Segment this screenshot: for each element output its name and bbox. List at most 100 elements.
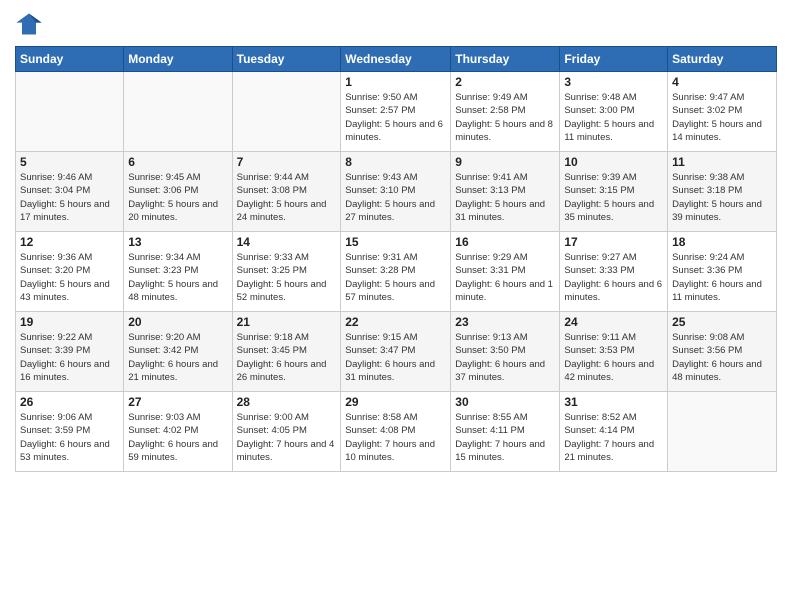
calendar-day: 29 Sunrise: 8:58 AM Sunset: 4:08 PM Dayli… — [341, 392, 451, 472]
day-info: Sunrise: 9:11 AM Sunset: 3:53 PM Dayligh… — [564, 331, 663, 384]
calendar-day: 11Sunrise: 9:38 AM Sunset: 3:18 PM Dayli… — [668, 152, 777, 232]
calendar-week-3: 12 Sunrise: 9:36 AM Sunset: 3:20 PM Dayli… — [16, 232, 777, 312]
day-info: Sunrise: 9:33 AM Sunset: 3:25 PM Dayligh… — [237, 251, 337, 304]
calendar-day: 10 Sunrise: 9:39 AM Sunset: 3:15 PM Dayli… — [560, 152, 668, 232]
calendar-day: 28Sunrise: 9:00 AM Sunset: 4:05 PM Dayli… — [232, 392, 341, 472]
day-info: Sunrise: 8:58 AM Sunset: 4:08 PM Dayligh… — [345, 411, 446, 464]
day-info: Sunrise: 9:36 AM Sunset: 3:20 PM Dayligh… — [20, 251, 119, 304]
day-info: Sunrise: 9:27 AM Sunset: 3:33 PM Dayligh… — [564, 251, 663, 304]
day-header-sunday: Sunday — [16, 47, 124, 72]
logo — [15, 10, 47, 38]
day-info: Sunrise: 9:50 AM Sunset: 2:57 PM Dayligh… — [345, 91, 446, 144]
day-info: Sunrise: 9:20 AM Sunset: 3:42 PM Dayligh… — [128, 331, 227, 384]
day-number: 6 — [128, 155, 227, 169]
day-number: 30 — [455, 395, 555, 409]
day-info: Sunrise: 9:38 AM Sunset: 3:18 PM Dayligh… — [672, 171, 772, 224]
calendar-day: 22 Sunrise: 9:15 AM Sunset: 3:47 PM Dayli… — [341, 312, 451, 392]
day-info: Sunrise: 9:24 AM Sunset: 3:36 PM Dayligh… — [672, 251, 772, 304]
day-info: Sunrise: 9:39 AM Sunset: 3:15 PM Dayligh… — [564, 171, 663, 224]
day-number: 4 — [672, 75, 772, 89]
calendar-day: 31Sunrise: 8:52 AM Sunset: 4:14 PM Dayli… — [560, 392, 668, 472]
day-info: Sunrise: 8:55 AM Sunset: 4:11 PM Dayligh… — [455, 411, 555, 464]
calendar-day: 2 Sunrise: 9:49 AM Sunset: 2:58 PM Daylig… — [451, 72, 560, 152]
calendar-day: 1 Sunrise: 9:50 AM Sunset: 2:57 PM Daylig… — [341, 72, 451, 152]
day-info: Sunrise: 9:43 AM Sunset: 3:10 PM Dayligh… — [345, 171, 446, 224]
main-container: SundayMondayTuesdayWednesdayThursdayFrid… — [0, 0, 792, 612]
day-info: Sunrise: 9:45 AM Sunset: 3:06 PM Dayligh… — [128, 171, 227, 224]
calendar-table: SundayMondayTuesdayWednesdayThursdayFrid… — [15, 46, 777, 472]
calendar-day — [668, 392, 777, 472]
calendar-day — [232, 72, 341, 152]
day-number: 1 — [345, 75, 446, 89]
day-number: 31 — [564, 395, 663, 409]
calendar-day: 26 Sunrise: 9:06 AM Sunset: 3:59 PM Dayli… — [16, 392, 124, 472]
calendar-day: 3 Sunrise: 9:48 AM Sunset: 3:00 PM Daylig… — [560, 72, 668, 152]
calendar-day: 12 Sunrise: 9:36 AM Sunset: 3:20 PM Dayli… — [16, 232, 124, 312]
day-info: Sunrise: 9:41 AM Sunset: 3:13 PM Dayligh… — [455, 171, 555, 224]
day-info: Sunrise: 9:47 AM Sunset: 3:02 PM Dayligh… — [672, 91, 772, 144]
day-number: 15 — [345, 235, 446, 249]
day-number: 5 — [20, 155, 119, 169]
calendar-day: 7Sunrise: 9:44 AM Sunset: 3:08 PM Daylig… — [232, 152, 341, 232]
day-number: 2 — [455, 75, 555, 89]
day-number: 26 — [20, 395, 119, 409]
day-header-friday: Friday — [560, 47, 668, 72]
day-number: 18 — [672, 235, 772, 249]
day-number: 20 — [128, 315, 227, 329]
day-number: 14 — [237, 235, 337, 249]
day-info: Sunrise: 9:15 AM Sunset: 3:47 PM Dayligh… — [345, 331, 446, 384]
day-info: Sunrise: 9:18 AM Sunset: 3:45 PM Dayligh… — [237, 331, 337, 384]
day-number: 24 — [564, 315, 663, 329]
day-info: Sunrise: 9:31 AM Sunset: 3:28 PM Dayligh… — [345, 251, 446, 304]
calendar-week-5: 26 Sunrise: 9:06 AM Sunset: 3:59 PM Dayli… — [16, 392, 777, 472]
calendar-week-4: 19 Sunrise: 9:22 AM Sunset: 3:39 PM Dayli… — [16, 312, 777, 392]
calendar-day: 19 Sunrise: 9:22 AM Sunset: 3:39 PM Dayli… — [16, 312, 124, 392]
calendar-day: 8Sunrise: 9:43 AM Sunset: 3:10 PM Daylig… — [341, 152, 451, 232]
day-info: Sunrise: 9:34 AM Sunset: 3:23 PM Dayligh… — [128, 251, 227, 304]
day-number: 22 — [345, 315, 446, 329]
calendar-day: 27Sunrise: 9:03 AM Sunset: 4:02 PM Dayli… — [124, 392, 232, 472]
day-number: 12 — [20, 235, 119, 249]
day-number: 17 — [564, 235, 663, 249]
day-info: Sunrise: 9:49 AM Sunset: 2:58 PM Dayligh… — [455, 91, 555, 144]
calendar-week-1: 1 Sunrise: 9:50 AM Sunset: 2:57 PM Daylig… — [16, 72, 777, 152]
day-info: Sunrise: 9:29 AM Sunset: 3:31 PM Dayligh… — [455, 251, 555, 304]
calendar-day: 4 Sunrise: 9:47 AM Sunset: 3:02 PM Daylig… — [668, 72, 777, 152]
calendar-day — [124, 72, 232, 152]
day-info: Sunrise: 9:48 AM Sunset: 3:00 PM Dayligh… — [564, 91, 663, 144]
day-number: 29 — [345, 395, 446, 409]
logo-icon — [15, 10, 43, 38]
day-info: Sunrise: 9:06 AM Sunset: 3:59 PM Dayligh… — [20, 411, 119, 464]
day-number: 9 — [455, 155, 555, 169]
day-number: 25 — [672, 315, 772, 329]
day-number: 23 — [455, 315, 555, 329]
day-info: Sunrise: 9:13 AM Sunset: 3:50 PM Dayligh… — [455, 331, 555, 384]
day-number: 3 — [564, 75, 663, 89]
day-header-monday: Monday — [124, 47, 232, 72]
day-number: 7 — [237, 155, 337, 169]
calendar-day: 5 Sunrise: 9:46 AM Sunset: 3:04 PM Daylig… — [16, 152, 124, 232]
calendar-day: 6 Sunrise: 9:45 AM Sunset: 3:06 PM Daylig… — [124, 152, 232, 232]
calendar-header-row: SundayMondayTuesdayWednesdayThursdayFrid… — [16, 47, 777, 72]
calendar-day: 24 Sunrise: 9:11 AM Sunset: 3:53 PM Dayli… — [560, 312, 668, 392]
day-number: 10 — [564, 155, 663, 169]
calendar-day — [16, 72, 124, 152]
calendar-week-2: 5 Sunrise: 9:46 AM Sunset: 3:04 PM Daylig… — [16, 152, 777, 232]
day-header-thursday: Thursday — [451, 47, 560, 72]
day-info: Sunrise: 9:22 AM Sunset: 3:39 PM Dayligh… — [20, 331, 119, 384]
day-info: Sunrise: 9:00 AM Sunset: 4:05 PM Dayligh… — [237, 411, 337, 464]
calendar-day: 20 Sunrise: 9:20 AM Sunset: 3:42 PM Dayli… — [124, 312, 232, 392]
calendar-day: 13Sunrise: 9:34 AM Sunset: 3:23 PM Dayli… — [124, 232, 232, 312]
calendar-day: 15 Sunrise: 9:31 AM Sunset: 3:28 PM Dayli… — [341, 232, 451, 312]
calendar-day: 14 Sunrise: 9:33 AM Sunset: 3:25 PM Dayli… — [232, 232, 341, 312]
calendar-day: 16 Sunrise: 9:29 AM Sunset: 3:31 PM Dayli… — [451, 232, 560, 312]
calendar-day: 30 Sunrise: 8:55 AM Sunset: 4:11 PM Dayli… — [451, 392, 560, 472]
day-number: 27 — [128, 395, 227, 409]
day-header-wednesday: Wednesday — [341, 47, 451, 72]
calendar-day: 21Sunrise: 9:18 AM Sunset: 3:45 PM Dayli… — [232, 312, 341, 392]
calendar-day: 18 Sunrise: 9:24 AM Sunset: 3:36 PM Dayli… — [668, 232, 777, 312]
day-number: 16 — [455, 235, 555, 249]
day-info: Sunrise: 9:08 AM Sunset: 3:56 PM Dayligh… — [672, 331, 772, 384]
day-info: Sunrise: 9:46 AM Sunset: 3:04 PM Dayligh… — [20, 171, 119, 224]
day-number: 19 — [20, 315, 119, 329]
